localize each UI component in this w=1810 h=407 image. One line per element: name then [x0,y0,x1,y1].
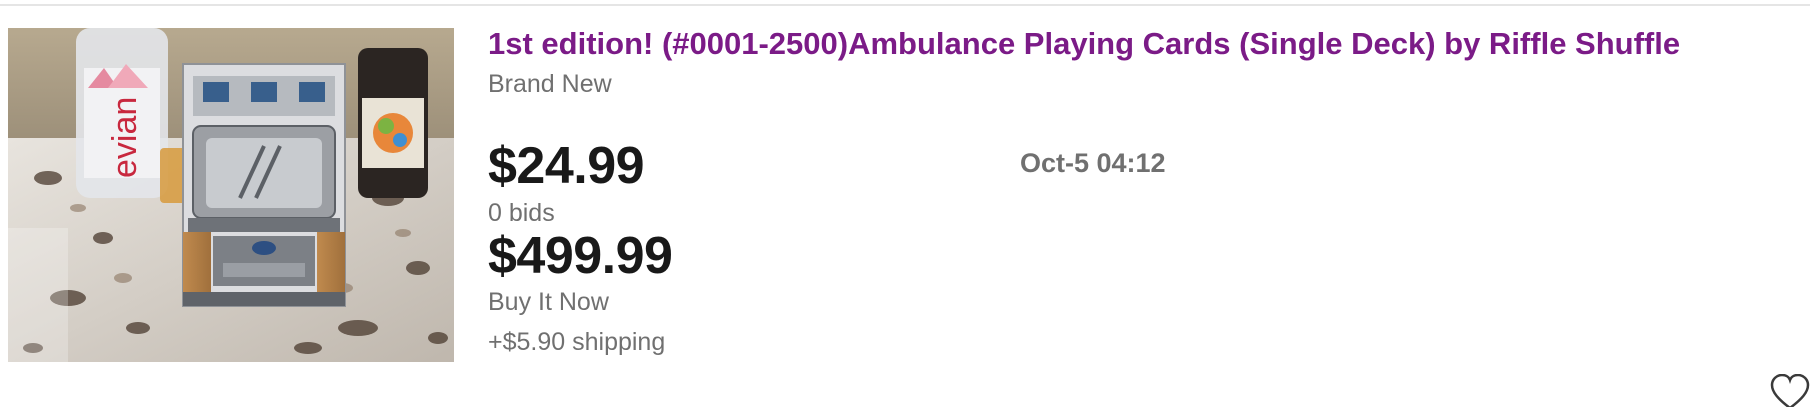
ambulance-deck-photo: evian [8,28,454,362]
listing-image[interactable]: evian [8,28,454,362]
listing-info: 1st edition! (#0001-2500)Ambulance Playi… [488,22,1768,102]
shipping-cost: +$5.90 shipping [488,328,666,356]
end-time: Oct-5 04:12 [1020,148,1166,178]
current-bid-price: $24.99 [488,137,645,195]
bid-count: 0 bids [488,199,555,227]
listing-item[interactable]: evian 1st edition! (#0001-2500)Ambulance… [0,0,1810,407]
condition-label: Brand New [488,70,612,98]
buy-format-label: Buy It Now [488,288,609,316]
watch-button[interactable] [1770,374,1810,407]
listing-title-link[interactable]: 1st edition! (#0001-2500)Ambulance Playi… [488,22,1768,66]
heart-icon [1770,374,1810,407]
buy-it-now-price: $499.99 [488,227,673,285]
divider [0,4,1810,6]
bottle-label-text: evian [106,97,144,178]
